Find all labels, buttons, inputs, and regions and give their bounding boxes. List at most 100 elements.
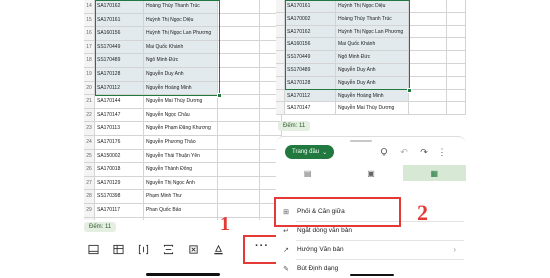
left-fill-handle[interactable] <box>217 93 222 98</box>
student-name-cell[interactable]: Phan Quốc Bảo <box>144 203 218 217</box>
row-number[interactable]: 20 <box>84 81 95 95</box>
student-name-cell[interactable]: Mai Quốc Khánh <box>336 38 409 51</box>
student-code-cell[interactable]: SA170144 <box>95 95 144 108</box>
student-code-cell[interactable]: SS170449 <box>285 51 336 63</box>
row-number[interactable]: 15 <box>84 13 95 27</box>
empty-cell[interactable] <box>409 63 447 76</box>
lightbulb-icon[interactable] <box>378 146 390 158</box>
text-format-tab[interactable]: ▤ <box>276 165 339 181</box>
empty-cell[interactable] <box>409 25 447 38</box>
row-number[interactable]: 27 <box>84 176 95 190</box>
student-code-cell[interactable]: SA170018 <box>95 163 144 176</box>
student-name-cell[interactable]: Huỳnh Thị Ngọc Diệu <box>336 0 409 12</box>
student-name-cell[interactable]: Nguyễn Hoàng Minh <box>144 81 218 95</box>
empty-cell[interactable] <box>409 76 447 89</box>
student-name-cell[interactable]: Nguyễn Thành Đông <box>144 163 218 176</box>
row-number[interactable]: 30 <box>84 217 95 220</box>
student-code-cell[interactable]: SA170147 <box>285 102 336 115</box>
row-number[interactable]: 21 <box>84 95 95 108</box>
empty-cell[interactable] <box>409 38 447 51</box>
student-name-cell[interactable]: Nguyễn Duy Anh <box>336 63 409 76</box>
row-number[interactable]: 24 <box>84 135 95 149</box>
student-code-cell[interactable]: SA170161 <box>95 13 144 27</box>
row-number[interactable]: 28 <box>84 190 95 203</box>
row-number[interactable]: 19 <box>84 67 95 81</box>
student-code-cell[interactable]: SA170112 <box>95 81 144 95</box>
empty-cell[interactable] <box>447 25 466 38</box>
empty-cell[interactable] <box>447 12 466 25</box>
empty-cell[interactable] <box>218 163 260 176</box>
student-name-cell[interactable]: Nguyễn Phương Thảo <box>144 135 218 149</box>
empty-cell[interactable] <box>447 76 466 89</box>
empty-cell[interactable] <box>409 51 447 63</box>
empty-cell[interactable] <box>409 0 447 12</box>
student-name-cell[interactable]: Ngô Minh Đức <box>144 54 218 67</box>
student-code-cell[interactable]: SA170176 <box>95 135 144 149</box>
empty-cell[interactable] <box>218 13 260 27</box>
undo-icon[interactable]: ↶ <box>398 146 410 158</box>
empty-cell[interactable] <box>218 190 260 203</box>
row-number[interactable] <box>276 12 285 25</box>
student-name-cell[interactable]: Huỳnh Thị Ngọc Lan Phương <box>144 27 218 40</box>
student-name-cell[interactable]: Nguyễn Thị Ngọc Ánh <box>144 176 218 190</box>
right-fill-handle[interactable] <box>407 88 412 93</box>
row-number[interactable]: 17 <box>84 40 95 54</box>
empty-cell[interactable] <box>218 67 260 81</box>
student-name-cell[interactable]: Nguyễn Thái Thuận Yên <box>144 149 218 163</box>
student-code-cell[interactable]: SA170128 <box>285 76 336 89</box>
row-number[interactable]: 22 <box>84 108 95 122</box>
empty-cell[interactable] <box>218 40 260 54</box>
student-code-cell[interactable]: SA170162 <box>285 25 336 38</box>
empty-cell[interactable] <box>447 102 466 115</box>
student-code-cell[interactable]: SA160156 <box>285 38 336 51</box>
row-number[interactable]: 16 <box>84 27 95 40</box>
student-code-cell[interactable]: SA160156 <box>95 27 144 40</box>
empty-cell[interactable] <box>218 108 260 122</box>
student-code-cell[interactable]: SA170117 <box>95 203 144 217</box>
student-code-cell[interactable]: SA170089 <box>95 217 144 220</box>
more-options-button[interactable]: ··· <box>255 240 269 252</box>
insert-column-icon[interactable] <box>136 242 150 256</box>
empty-cell[interactable] <box>447 0 466 12</box>
left-spreadsheet-grid[interactable]: 14 SA170162 Hoàng Thùy Thanh Trúc 15 SA17016… <box>84 0 282 220</box>
student-name-cell[interactable]: Ngô Minh Đức <box>336 51 409 63</box>
empty-cell[interactable] <box>218 176 260 190</box>
row-number[interactable] <box>276 102 285 115</box>
empty-cell[interactable] <box>409 89 447 102</box>
empty-cell[interactable] <box>218 95 260 108</box>
row-number[interactable]: 14 <box>84 0 95 13</box>
row-number[interactable]: 18 <box>84 54 95 67</box>
student-name-cell[interactable]: Nguyễn Ngọc Châu <box>144 108 218 122</box>
panel-grabber[interactable] <box>350 140 372 142</box>
student-name-cell[interactable]: Huỳnh Thị Ngọc Lan Phương <box>336 25 409 38</box>
student-code-cell[interactable]: SA150002 <box>95 149 144 163</box>
empty-cell[interactable] <box>409 102 447 115</box>
row-number[interactable] <box>276 76 285 89</box>
row-number[interactable] <box>276 63 285 76</box>
student-code-cell[interactable]: SS170489 <box>95 54 144 67</box>
row-number[interactable]: 29 <box>84 203 95 217</box>
empty-cell[interactable] <box>218 54 260 67</box>
empty-cell[interactable] <box>218 0 260 13</box>
grid-icon[interactable] <box>111 242 125 256</box>
empty-cell[interactable] <box>218 135 260 149</box>
student-name-cell[interactable]: Nguyễn Duy Anh <box>144 67 218 81</box>
empty-cell[interactable] <box>447 38 466 51</box>
row-number[interactable] <box>276 0 285 12</box>
row-number[interactable]: 23 <box>84 122 95 135</box>
student-code-cell[interactable]: SS170449 <box>95 40 144 54</box>
student-name-cell[interactable]: Hoàng Thùy Thanh Trúc <box>144 0 218 13</box>
cell-format-tab[interactable]: ▣ <box>339 165 402 181</box>
student-code-cell[interactable]: SA170129 <box>95 176 144 190</box>
insert-row-icon[interactable] <box>161 242 175 256</box>
alignment-tab[interactable]: ▦ <box>402 165 466 181</box>
student-code-cell[interactable]: SA170113 <box>95 122 144 135</box>
student-name-cell[interactable]: Nguyễn Hoàng Minh <box>336 89 409 102</box>
student-name-cell[interactable]: Mai Quốc Khánh <box>144 40 218 54</box>
student-name-cell[interactable]: Nguyễn Mai Thùy Dương <box>144 95 218 108</box>
student-name-cell[interactable]: Nguyễn Duy Anh <box>336 76 409 89</box>
student-code-cell[interactable]: SA170147 <box>95 108 144 122</box>
home-tab-dropdown[interactable]: Trang đầu ⌄ <box>285 145 335 159</box>
student-name-cell[interactable]: Nguyễn Phạm Đăng Khương <box>144 122 218 135</box>
row-number[interactable] <box>276 25 285 38</box>
